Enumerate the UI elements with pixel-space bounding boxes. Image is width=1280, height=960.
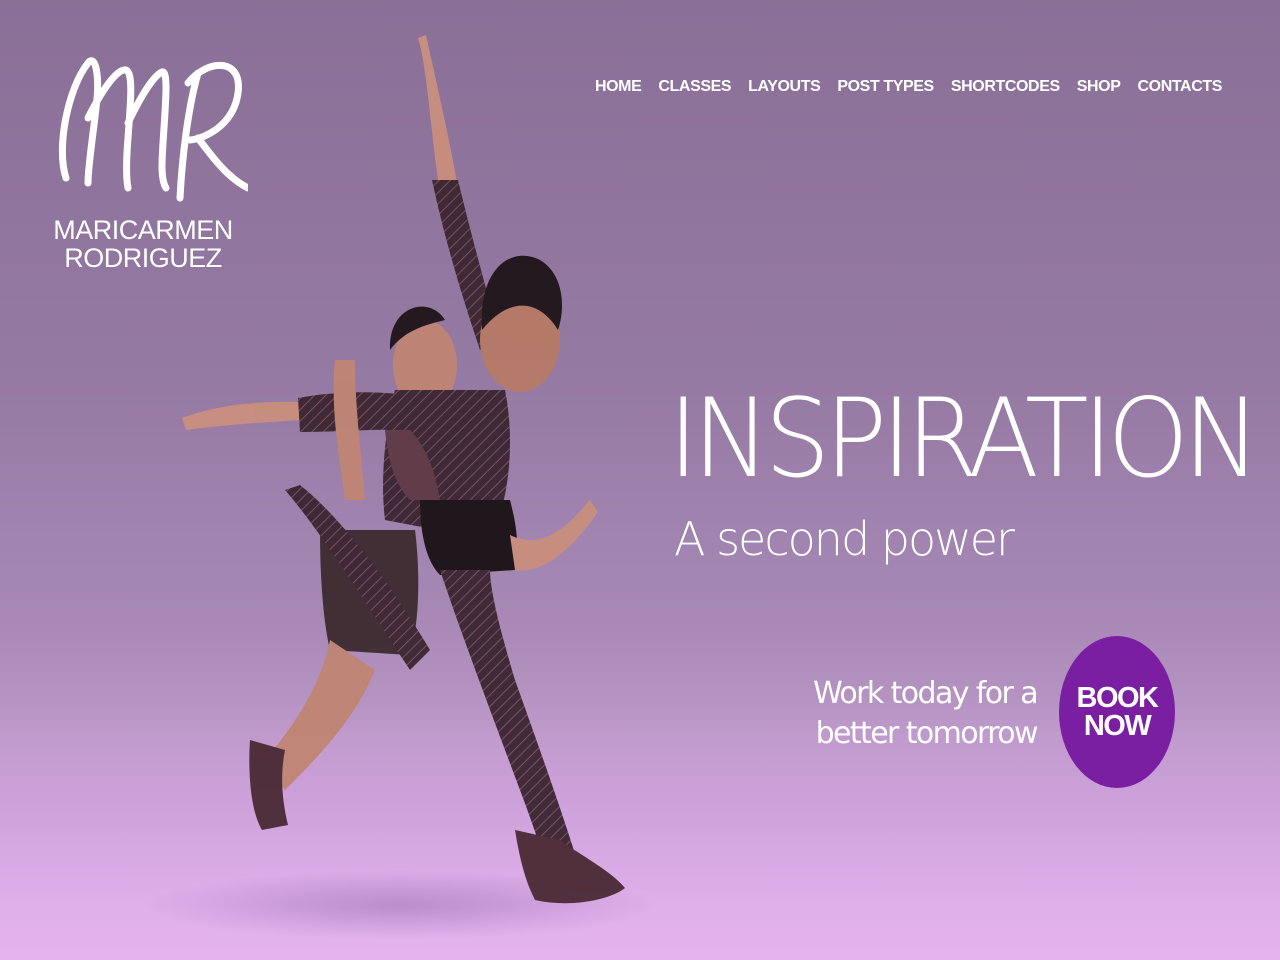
hero-dancer-image (182, 35, 625, 904)
nav-item-shortcodes[interactable]: SHORTCODES (951, 78, 1060, 96)
main-navigation: HOME CLASSES LAYOUTS POST TYPES SHORTCOD… (578, 78, 1222, 96)
tagline-line2: better tomorrow (815, 716, 1039, 751)
nav-item-contacts[interactable]: CONTACTS (1138, 78, 1223, 96)
nav-item-classes[interactable]: CLASSES (658, 78, 731, 96)
nav-item-layouts[interactable]: LAYOUTS (748, 78, 821, 96)
book-now-line1: BOOK (1076, 682, 1160, 714)
nav-item-shop[interactable]: SHOP (1077, 78, 1121, 96)
hero-tagline: Work today for a better tomorrow (813, 674, 1039, 754)
hero-section: MR MARICARMEN RODRIGUEZ HOME CLASSES LAY… (0, 0, 1280, 960)
book-now-button[interactable]: BOOK NOW (1059, 636, 1175, 788)
nav-item-post-types[interactable]: POST TYPES (837, 78, 934, 96)
tagline-line1: Work today for a (813, 676, 1039, 711)
book-now-line2: NOW (1083, 710, 1152, 742)
hero-subtitle: A second power (674, 512, 1015, 566)
hero-title: INSPIRATION (668, 373, 1261, 503)
